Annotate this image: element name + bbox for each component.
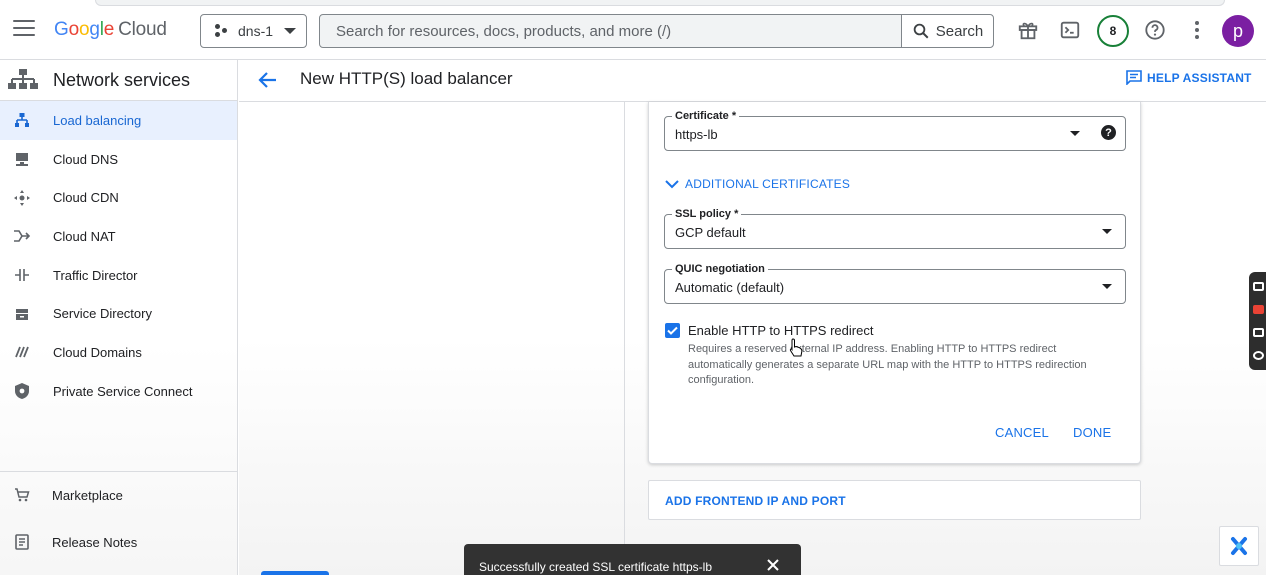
mouse-cursor-icon (789, 338, 803, 357)
sidebar: Network services Load balancing Cloud DN… (0, 60, 238, 575)
https-redirect-label: Enable HTTP to HTTPS redirect (688, 323, 874, 338)
sidebar-item-cloud-dns[interactable]: Cloud DNS (0, 140, 237, 179)
help-icon[interactable]: ? (1101, 125, 1116, 140)
back-arrow-icon[interactable] (256, 68, 280, 92)
dropdown-arrow-icon (1070, 131, 1080, 136)
sidebar-item-label: Cloud DNS (53, 151, 119, 167)
help-assistant-label: HELP ASSISTANT (1147, 70, 1252, 85)
certificate-value: https-lb (675, 127, 718, 142)
assistant-widget-icon[interactable] (1219, 526, 1259, 566)
sidebar-item-label: Marketplace (52, 487, 123, 503)
sidebar-item-cloud-domains[interactable]: Cloud Domains (0, 333, 237, 372)
record-icon[interactable] (1253, 305, 1264, 314)
dropdown-arrow-icon (1102, 284, 1112, 289)
sidebar-item-marketplace[interactable]: Marketplace (0, 476, 238, 514)
cdn-icon (12, 189, 32, 207)
chevron-down-icon (284, 28, 297, 34)
check-icon (667, 326, 678, 335)
notifications-badge[interactable]: 8 (1097, 15, 1129, 47)
create-button[interactable] (261, 571, 329, 575)
sidebar-item-release-notes[interactable]: Release Notes (0, 523, 238, 561)
additional-certificates-toggle[interactable]: ADDITIONAL CERTIFICATES (665, 177, 850, 191)
https-redirect-checkbox[interactable] (665, 323, 680, 338)
sidebar-item-label: Private Service Connect (53, 383, 193, 399)
snackbar: Successfully created SSL certificate htt… (464, 544, 801, 575)
sidebar-divider (0, 471, 238, 472)
search-icon (913, 23, 929, 39)
main-menu-button[interactable] (13, 20, 35, 38)
certificate-label: Certificate * (672, 110, 740, 122)
cart-icon (12, 486, 32, 504)
cancel-button[interactable]: CANCEL (995, 425, 1049, 440)
done-button[interactable]: DONE (1073, 425, 1111, 440)
sidebar-item-label: Service Directory (53, 306, 152, 322)
sidebar-item-label: Load balancing (53, 112, 142, 128)
ssl-policy-label: SSL policy * (672, 208, 742, 220)
help-icon[interactable] (1142, 17, 1168, 43)
shield-icon (12, 382, 32, 400)
chevron-down-icon (665, 180, 679, 189)
add-frontend-button[interactable]: ADD FRONTEND IP AND PORT (648, 480, 1141, 520)
traffic-director-icon (12, 266, 32, 284)
add-frontend-label: ADD FRONTEND IP AND PORT (665, 494, 846, 508)
column-divider (624, 102, 625, 575)
page-title: New HTTP(S) load balancer (300, 69, 513, 88)
sidebar-item-traffic-director[interactable]: Traffic Director (0, 256, 237, 295)
search-button[interactable]: Search (901, 15, 993, 47)
ssl-policy-select[interactable]: SSL policy * GCP default (664, 208, 1126, 249)
sidebar-item-service-directory[interactable]: Service Directory (0, 294, 237, 333)
sidebar-title: Network services (53, 69, 191, 90)
service-directory-icon (12, 305, 32, 323)
certificate-select[interactable]: Certificate * https-lb ? (664, 110, 1126, 151)
quic-label: QUIC negotiation (672, 263, 768, 275)
frontend-config-card: Certificate * https-lb ? ADDITIONAL CERT… (648, 102, 1141, 464)
sidebar-item-label: Cloud NAT (53, 228, 116, 244)
snackbar-message: Successfully created SSL certificate htt… (479, 560, 712, 574)
image-icon[interactable] (1253, 328, 1264, 337)
recording-toolbar[interactable] (1249, 272, 1266, 370)
dns-icon (12, 150, 32, 168)
notes-icon (12, 533, 32, 551)
nat-icon (12, 227, 32, 245)
main-content: Certificate * https-lb ? ADDITIONAL CERT… (239, 102, 1266, 575)
browser-strip (95, 0, 1225, 6)
network-services-icon (8, 69, 38, 89)
project-name: dns-1 (238, 23, 274, 39)
dropdown-arrow-icon (1102, 229, 1112, 234)
sidebar-item-private-service-connect[interactable]: Private Service Connect (0, 372, 237, 411)
additional-certificates-label: ADDITIONAL CERTIFICATES (685, 177, 851, 191)
domains-icon (12, 343, 32, 361)
sidebar-item-label: Cloud CDN (53, 190, 119, 206)
help-assistant-button[interactable]: HELP ASSISTANT (1126, 70, 1252, 85)
sidebar-item-cloud-cdn[interactable]: Cloud CDN (0, 178, 237, 217)
sidebar-header: Network services (0, 60, 237, 101)
project-selector[interactable]: dns-1 (200, 14, 307, 48)
sidebar-item-cloud-nat[interactable]: Cloud NAT (0, 217, 237, 256)
avatar[interactable]: p (1222, 15, 1254, 47)
sidebar-item-label: Cloud Domains (53, 344, 142, 360)
sidebar-item-label: Traffic Director (53, 267, 138, 283)
top-bar: GoogleCloud dns-1 Search 8 p (0, 0, 1266, 60)
project-icon (215, 24, 229, 38)
ssl-policy-value: GCP default (675, 225, 746, 240)
content-header: New HTTP(S) load balancer HELP ASSISTANT (239, 60, 1266, 102)
close-icon[interactable] (766, 558, 780, 572)
gear-icon[interactable] (1253, 351, 1264, 360)
more-vert-icon[interactable] (1184, 17, 1210, 43)
quic-negotiation-select[interactable]: QUIC negotiation Automatic (default) (664, 263, 1126, 304)
cloud-shell-icon[interactable] (1057, 17, 1083, 43)
chat-icon (1126, 70, 1142, 85)
camera-icon[interactable] (1253, 282, 1264, 291)
sidebar-item-label: Release Notes (52, 534, 138, 550)
search-button-label: Search (935, 22, 984, 40)
load-balancing-icon (12, 111, 32, 129)
sidebar-item-load-balancing[interactable]: Load balancing (0, 101, 237, 140)
quic-value: Automatic (default) (675, 280, 785, 295)
search-bar: Search (319, 14, 994, 48)
google-cloud-logo[interactable]: Google Cloud (54, 19, 167, 41)
gift-icon[interactable] (1015, 17, 1041, 43)
search-input[interactable] (320, 15, 901, 47)
https-redirect-description: Requires a reserved external IP address.… (688, 343, 1087, 386)
